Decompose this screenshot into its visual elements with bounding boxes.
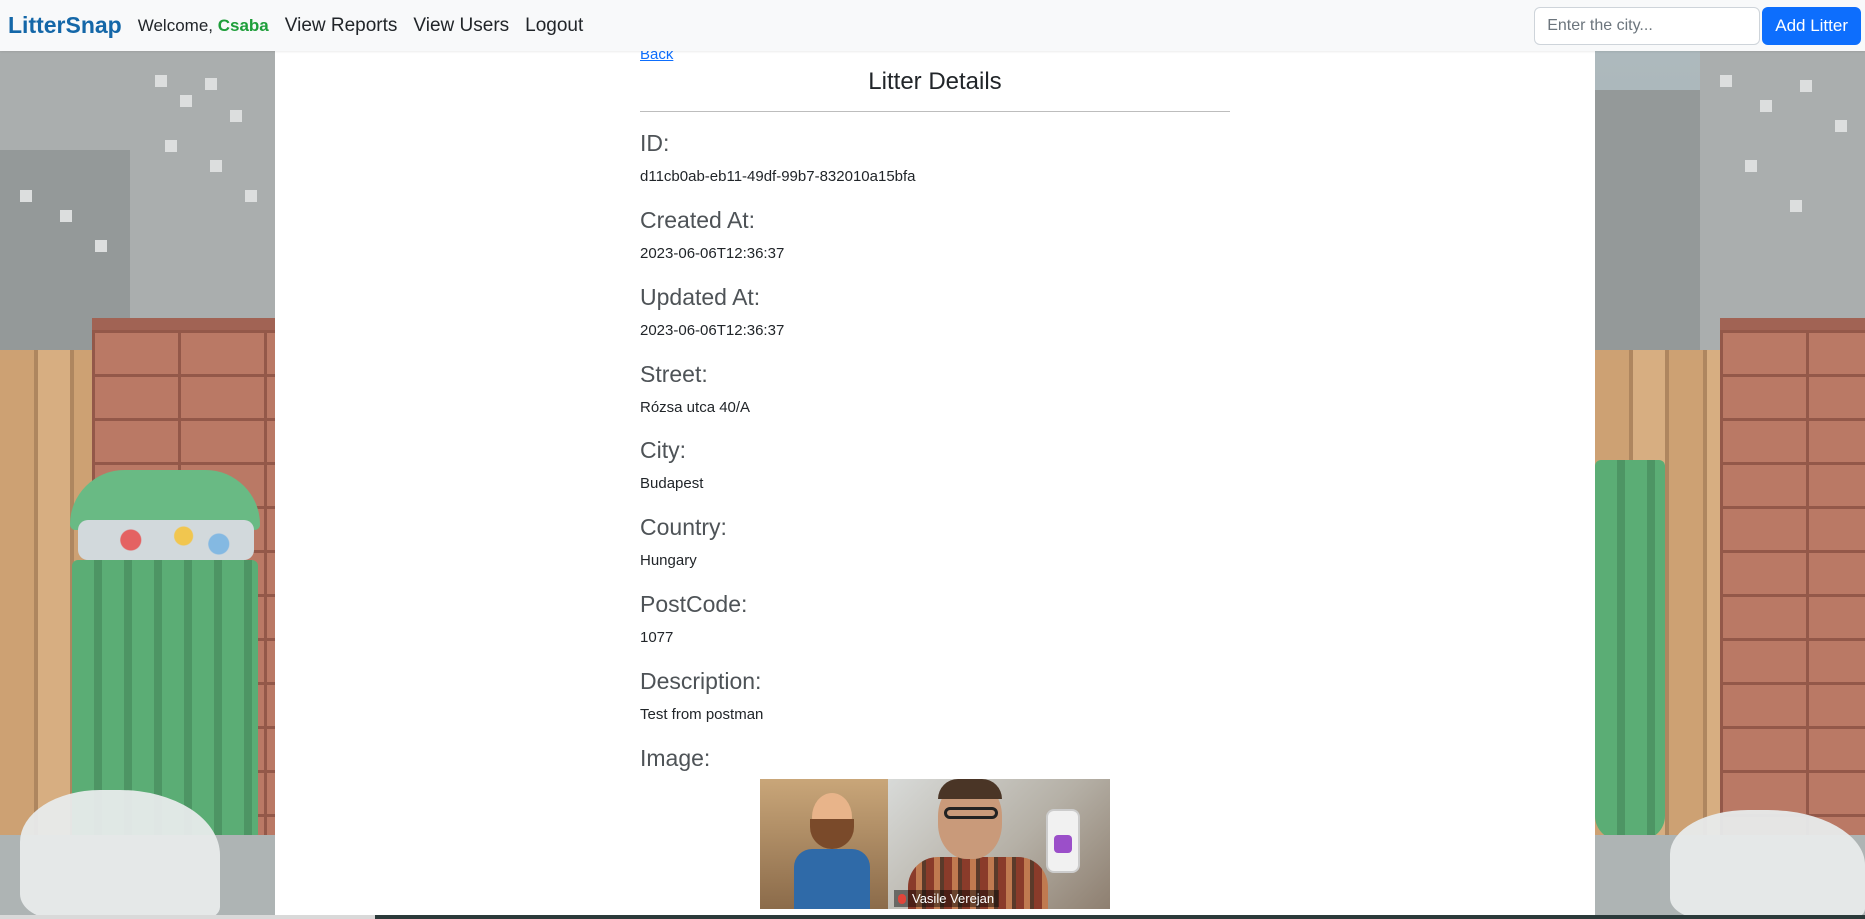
field-value: Hungary	[640, 552, 697, 569]
field-label: City:	[640, 437, 686, 463]
phone	[1046, 809, 1080, 873]
field-label: Created At:	[640, 207, 756, 233]
field-country: Country: Hungary	[640, 514, 1230, 569]
nav-link-view-users[interactable]: View Users	[413, 15, 509, 37]
field-value: 1077	[640, 629, 674, 646]
page-title: Litter Details	[868, 68, 1002, 95]
bottom-edge-dark	[375, 915, 1865, 919]
add-litter-button[interactable]: Add Litter	[1762, 6, 1861, 45]
brand-logo[interactable]: LitterSnap	[8, 12, 122, 39]
nav-link-logout[interactable]: Logout	[525, 15, 583, 37]
field-label: ID:	[640, 130, 670, 156]
image-caption: Vasile Verejan	[912, 891, 995, 906]
field-city: City: Budapest	[640, 437, 1230, 492]
title-divider	[640, 111, 1230, 112]
field-image: Image:	[640, 745, 1230, 772]
field-label: Street:	[640, 361, 708, 387]
image-cartoon-panel	[760, 779, 888, 909]
field-label: Updated At:	[640, 284, 761, 310]
person-glasses	[944, 807, 998, 819]
field-value: d11cb0ab-eb11-49df-99b7-832010a15bfa	[640, 168, 916, 185]
navbar-actions: Add Litter	[1534, 0, 1861, 51]
cartoon-beard	[810, 819, 854, 849]
field-postcode: PostCode: 1077	[640, 591, 1230, 646]
field-label: Image:	[640, 745, 711, 771]
image-name-tag: Vasile Verejan	[894, 890, 1000, 907]
field-value: Rózsa utca 40/A	[640, 399, 751, 416]
field-description: Description: Test from postman	[640, 668, 1230, 723]
field-created-at: Created At: 2023-06-06T12:36:37	[640, 207, 1230, 262]
litter-image: Vasile Verejan	[760, 779, 1110, 909]
field-value: 2023-06-06T12:36:37	[640, 322, 785, 339]
field-street: Street: Rózsa utca 40/A	[640, 361, 1230, 416]
mic-muted-icon	[898, 893, 906, 904]
field-value: Budapest	[640, 475, 704, 492]
nav-link-view-reports[interactable]: View Reports	[285, 15, 398, 37]
field-updated-at: Updated At: 2023-06-06T12:36:37	[640, 284, 1230, 339]
phone-screen	[1054, 835, 1072, 853]
city-search-input[interactable]	[1534, 6, 1761, 45]
welcome-message: Welcome, Csaba	[138, 16, 269, 36]
username: Csaba	[217, 15, 269, 35]
field-label: Country:	[640, 514, 727, 540]
field-label: PostCode:	[640, 591, 748, 617]
field-value: Test from postman	[640, 706, 764, 723]
litter-details-panel: Back Litter Details ID: d11cb0ab-eb11-49…	[275, 46, 1595, 919]
field-value: 2023-06-06T12:36:37	[640, 245, 785, 262]
navbar: LitterSnap Welcome, Csaba View Reports V…	[0, 0, 1865, 51]
cartoon-body	[794, 849, 870, 909]
field-label: Description:	[640, 668, 762, 694]
welcome-prefix: Welcome,	[137, 15, 213, 35]
person-hair	[938, 779, 1002, 799]
field-id: ID: d11cb0ab-eb11-49df-99b7-832010a15bfa	[640, 130, 1230, 185]
